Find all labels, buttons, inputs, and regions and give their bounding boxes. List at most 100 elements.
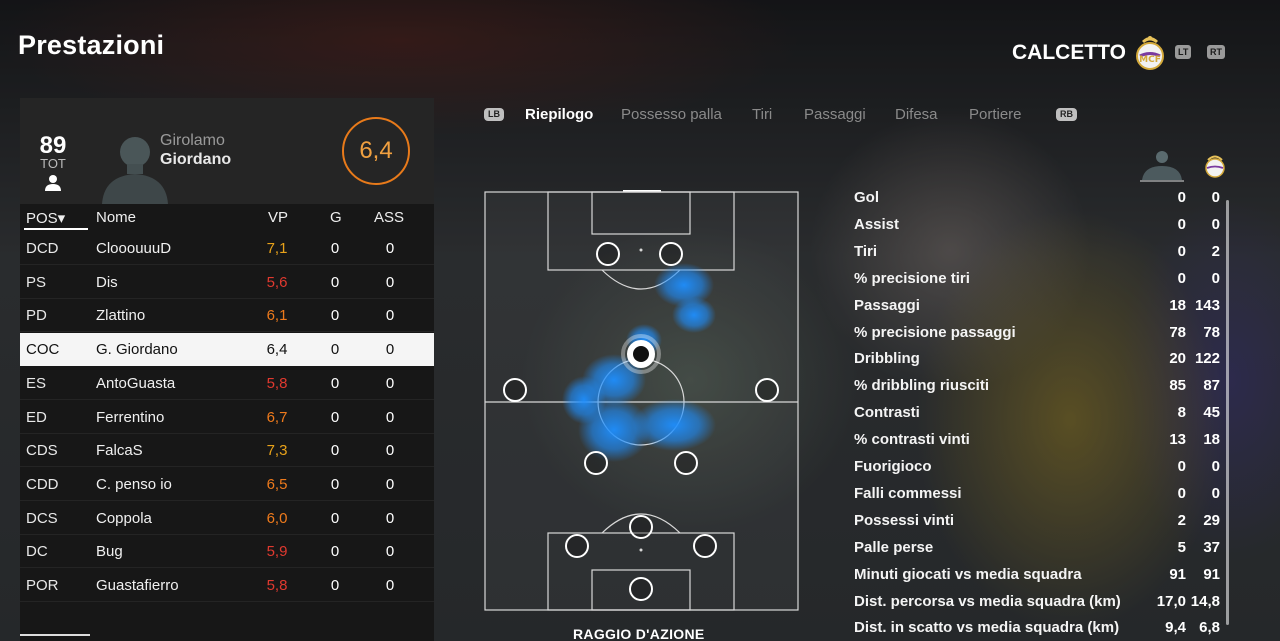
stat-row: Assist 0 0 [854,213,1224,240]
column-ass-header[interactable]: ASS [374,209,404,226]
player-goals: 0 [330,509,340,527]
player-goals: 0 [330,273,340,291]
pitch-label: RAGGIO D'AZIONE [573,626,705,641]
player-assists: 0 [385,240,395,257]
stat-label: Palle perse [854,538,934,556]
stat-row: Contrasti 8 45 [854,401,1224,428]
stat-label: Dist. in scatto vs media squadra (km) [854,619,1120,637]
stats-column-icons [1140,151,1225,182]
person-icon [45,175,61,191]
table-row[interactable]: DC Bug 5,9 0 0 [20,535,434,569]
stat-player-value: 0 [1177,215,1186,233]
stat-player-value: 0 [1177,189,1186,206]
player-name: G. Giordano [96,341,178,359]
lb-button[interactable]: LB [484,108,504,121]
stat-team-value: 122 [1194,350,1220,368]
player-name: FalcaS [96,442,143,460]
stat-team-value: 78 [1203,323,1220,341]
column-g-header[interactable]: G [330,209,342,226]
stat-label: % precisione tiri [854,269,970,287]
player-assists: 0 [385,307,395,325]
player-rating: 7,1 [266,240,288,257]
stat-row: Passaggi 18 143 [854,294,1224,321]
stat-label: % precisione passaggi [854,323,1016,341]
table-row[interactable]: CDS FalcaS 7,3 0 0 [20,434,434,468]
stat-label: Falli commessi [854,484,962,502]
stat-team-value: 0 [1211,484,1220,502]
player-name: Guastafierro [96,577,179,594]
player-position: CDS [26,442,58,460]
stat-label: Passaggi [854,296,920,314]
tab-riepilogo[interactable]: Riepilogo [525,106,593,123]
stat-player-value: 13 [1169,431,1186,449]
column-vp-header[interactable]: VP [268,209,288,226]
rt-button[interactable]: RT [1207,45,1225,59]
mode-title: CALCETTO [1012,41,1126,64]
stat-player-value: 85 [1169,377,1186,395]
player-position: DCS [26,509,58,527]
table-row[interactable]: ED Ferrentino 6,7 0 0 [20,401,434,434]
player-name: Zlattino [96,307,146,325]
stat-row: Possessi vinti 2 29 [854,509,1224,536]
player-assists: 0 [385,341,395,359]
stat-label: Minuti giocati vs media squadra [854,565,1082,583]
table-row[interactable]: PD Zlattino 6,1 0 0 [20,299,434,333]
table-row[interactable]: ES AntoGuasta 5,8 0 0 [20,367,434,400]
column-name-header[interactable]: Nome [96,209,136,226]
player-rating: 5,6 [266,273,288,291]
tab-possesso-palla[interactable]: Possesso palla [621,106,722,123]
table-row[interactable]: POR Guastafierro 5,8 0 0 [20,569,434,602]
player-assists: 0 [385,408,395,426]
club-crest-icon: MCF [1136,36,1164,70]
stat-team-value: 18 [1203,431,1220,449]
lineup-panel: 89 TOT Girolamo Giordano 6,4 POS▾ Nome V… [20,98,434,641]
stat-player-value: 8 [1177,404,1186,422]
stat-row: Falli commessi 0 0 [854,482,1224,509]
player-rating: 5,9 [266,543,288,561]
player-position: CDD [26,475,59,493]
table-row[interactable]: PS Dis 5,6 0 0 [20,266,434,299]
player-goals: 0 [330,577,340,594]
stat-team-value: 143 [1194,296,1220,314]
tab-tiri[interactable]: Tiri [752,106,772,123]
tab-portiere[interactable]: Portiere [969,106,1022,123]
player-goals: 0 [330,341,340,359]
stat-player-value: 91 [1169,565,1186,583]
table-header: POS▾ Nome VP G ASS [20,204,434,230]
club-crest-small-icon [1205,155,1225,178]
table-row[interactable]: CDD C. penso io 6,5 0 0 [20,468,434,501]
rb-button[interactable]: RB [1056,108,1077,121]
stat-team-value: 14,8 [1190,592,1220,610]
table-row[interactable]: COC G. Giordano 6,4 0 0 [20,333,434,367]
player-goals: 0 [330,408,340,426]
stat-row: Tiri 0 2 [854,240,1224,267]
player-goals: 0 [330,307,340,325]
stat-label: Gol [854,189,879,206]
stat-label: Tiri [854,242,878,260]
player-first-name: Girolamo [160,132,225,149]
stat-player-value: 20 [1169,350,1186,368]
player-last-name: Giordano [160,151,232,168]
column-pos-header[interactable]: POS▾ [26,209,65,227]
stat-label: Fuorigioco [854,458,932,475]
player-position: ED [26,408,47,426]
tab-difesa[interactable]: Difesa [895,106,938,123]
table-row[interactable]: DCD ClooouuuD 7,1 0 0 [20,232,434,265]
player-assists: 0 [385,374,395,392]
svg-text:MCF: MCF [1139,55,1161,65]
player-rating: 6,7 [266,408,288,426]
player-rating: 6,1 [266,307,288,325]
player-position: POR [26,577,59,594]
player-name: ClooouuuD [96,240,172,257]
stat-label: Dribbling [854,350,920,368]
stats-scrollbar[interactable] [1226,200,1229,625]
player-name: Ferrentino [96,408,165,426]
stat-row: Dist. in scatto vs media squadra (km) 9,4… [854,616,1224,641]
player-rating: 7,3 [266,442,288,460]
lt-button[interactable]: LT [1175,45,1192,59]
tab-passaggi[interactable]: Passaggi [804,106,866,123]
stat-label: % contrasti vinti [854,431,970,449]
stat-player-value: 0 [1177,242,1186,260]
table-row[interactable]: DCS Coppola 6,0 0 0 [20,502,434,535]
stat-player-value: 18 [1169,296,1186,314]
